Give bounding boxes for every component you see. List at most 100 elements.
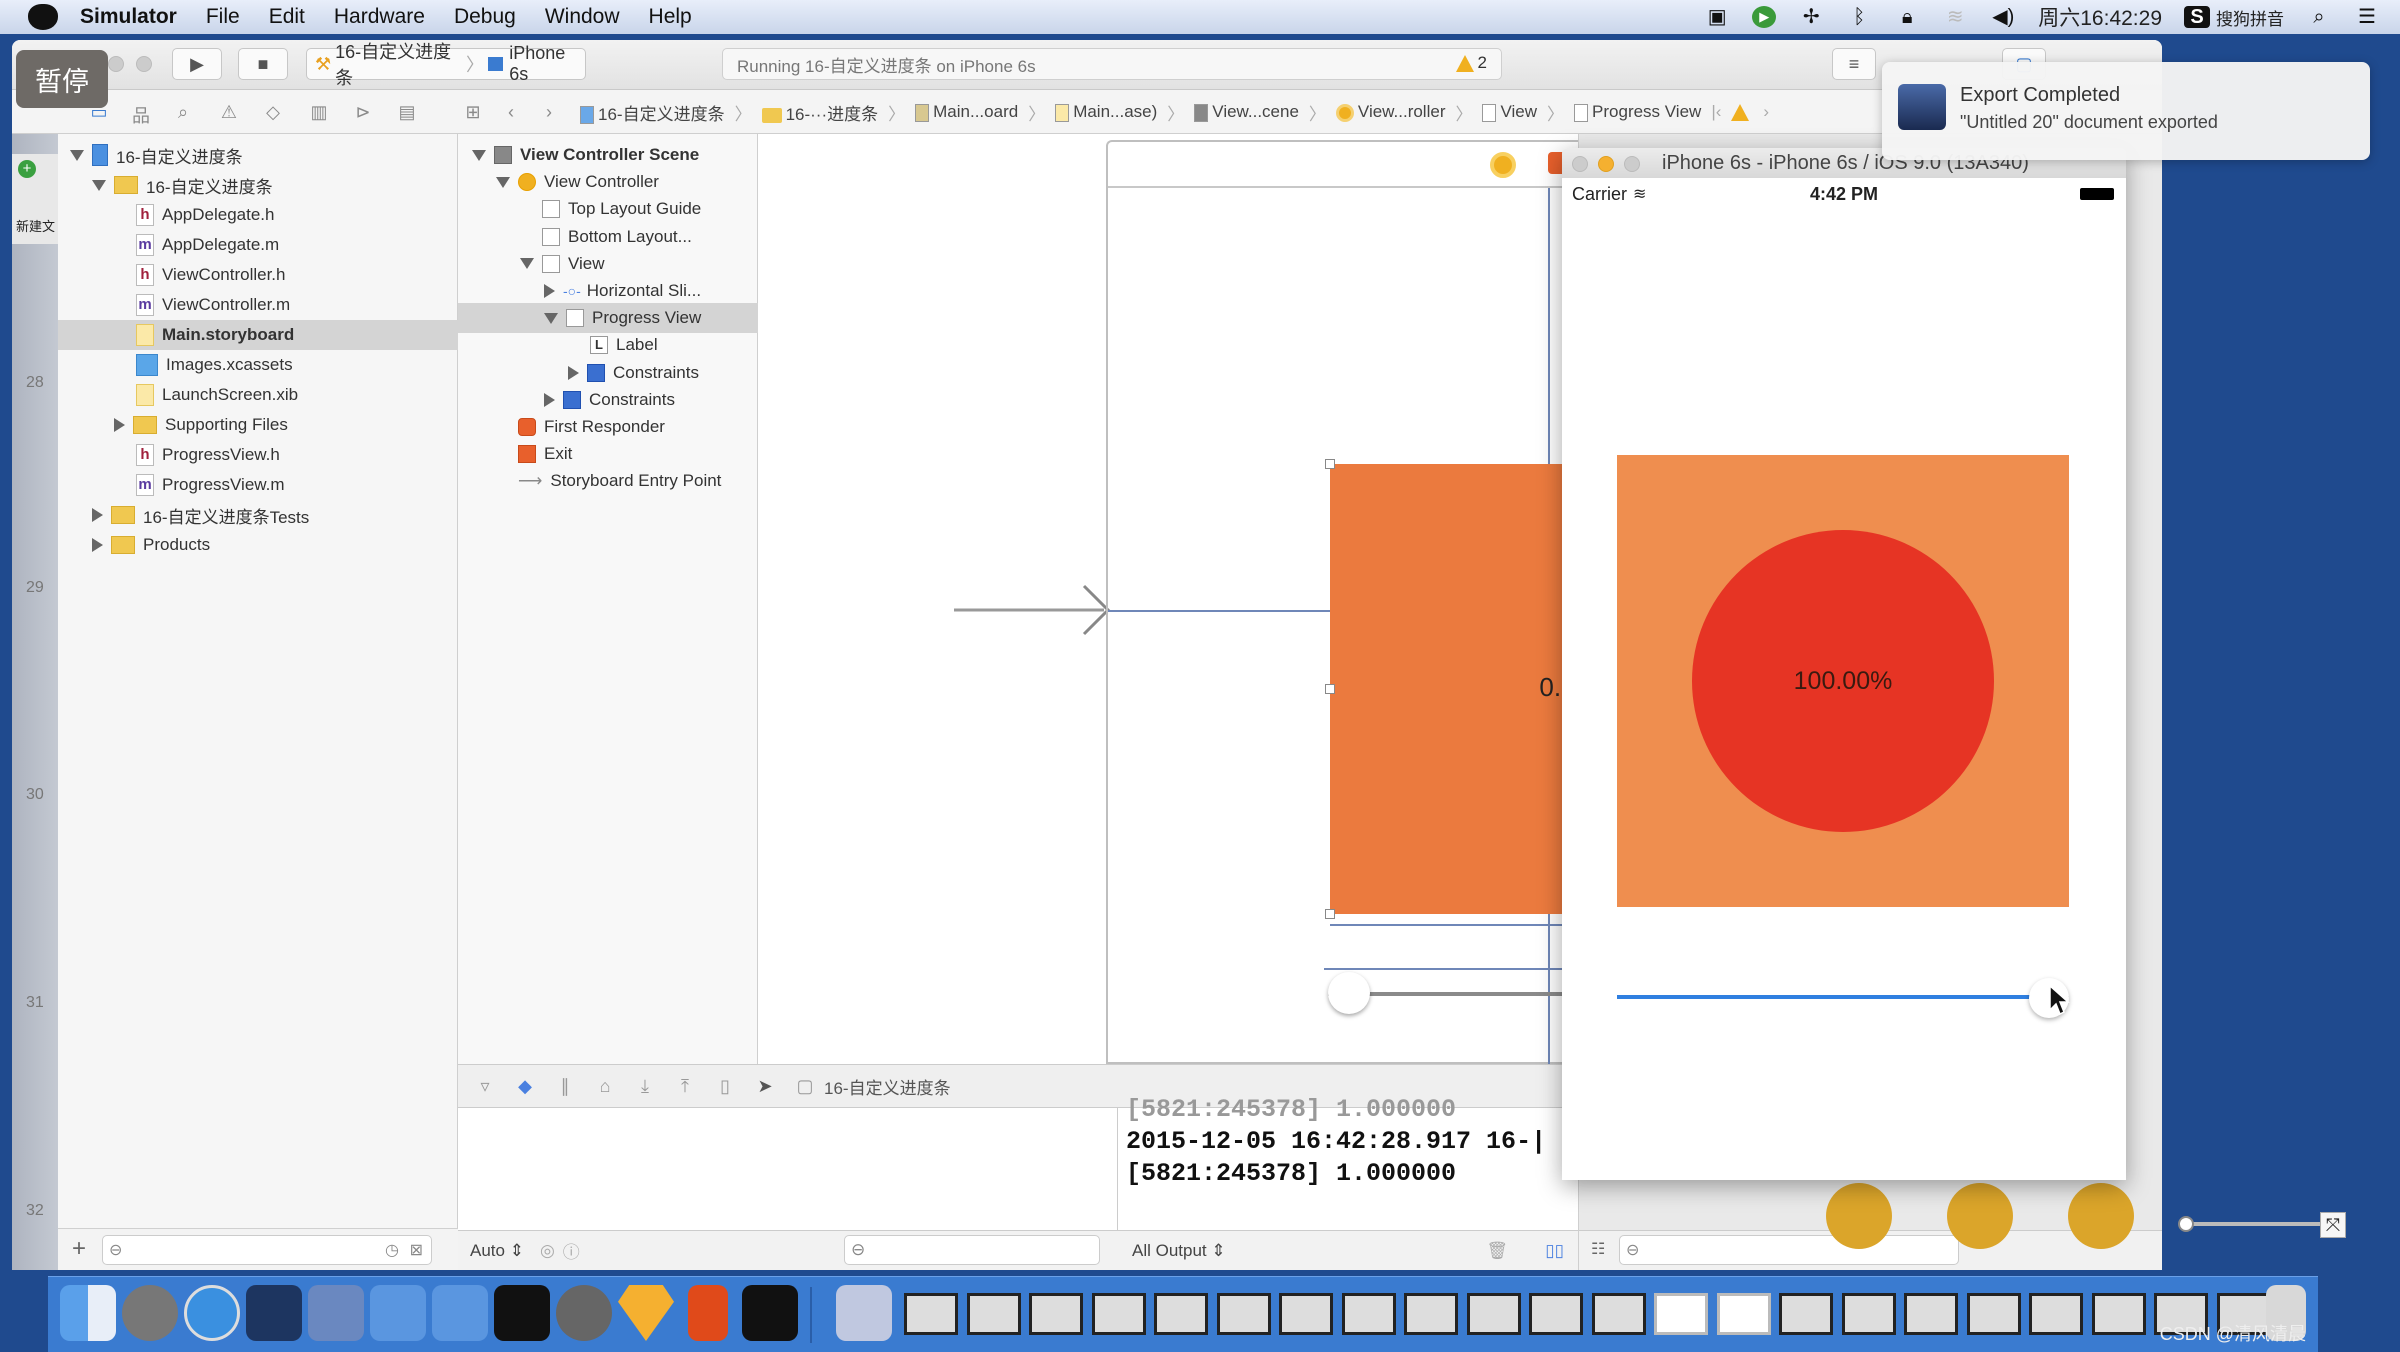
navigator-item[interactable]: m ViewController.m (114, 290, 290, 320)
interface-builder-canvas[interactable]: 0.00 wAny hAny (758, 134, 1590, 1119)
navigator-item[interactable]: m ProgressView.m (114, 470, 285, 500)
dock-minimized-window[interactable] (1154, 1293, 1208, 1335)
jump-item-folder[interactable]: 16-···进度条 (761, 100, 878, 125)
disclosure-closed-icon[interactable] (114, 418, 125, 432)
view-controller-dock-icon[interactable] (1490, 152, 1516, 178)
ib-progress-view[interactable]: 0.00 (1325, 459, 1590, 919)
play-icon[interactable]: ▶ (1752, 6, 1777, 28)
progress-slider[interactable] (1617, 978, 2069, 1018)
issue-navigator-icon[interactable]: ⚠ (218, 102, 240, 122)
ib-slider-thumb[interactable] (1328, 972, 1370, 1014)
zoom-slider[interactable] (2178, 1216, 2334, 1232)
dock-minimized-window[interactable] (1529, 1293, 1583, 1335)
menu-hardware[interactable]: Hardware (334, 5, 425, 29)
dock-safari-icon[interactable] (184, 1285, 240, 1341)
window-zoom-button[interactable] (136, 56, 152, 72)
dock-console-icon[interactable] (742, 1285, 798, 1341)
dock-mouse-icon[interactable] (246, 1285, 302, 1341)
library-grid-icon[interactable]: ☷ (1591, 1239, 1605, 1259)
navigator-item[interactable]: LaunchScreen.xib (114, 380, 298, 410)
warning-count[interactable]: 2 (1455, 53, 1487, 73)
library-object-storyboard-reference[interactable] (1947, 1183, 2013, 1249)
dock-minimized-window[interactable] (1841, 1293, 1896, 1335)
outline-item[interactable]: View Controller Scene (472, 140, 699, 170)
dock-minimized-window[interactable] (1654, 1293, 1708, 1335)
outline-item[interactable]: View Controller (496, 167, 659, 197)
outline-item[interactable]: -○- Horizontal Sli... (544, 276, 701, 306)
navigator-item[interactable]: Main.storyboard (58, 320, 458, 350)
menu-help[interactable]: Help (649, 5, 692, 29)
dock-minimized-window[interactable] (2091, 1293, 2146, 1335)
breakpoints-toggle-icon[interactable]: ◆ (512, 1076, 538, 1097)
scheme-selector[interactable]: ⚒ 16-自定义进度条 〉 iPhone 6s (306, 42, 586, 88)
export-notification[interactable]: Export Completed "Untitled 20" document … (1882, 62, 2370, 160)
outline-item[interactable]: View (520, 249, 605, 279)
output-mode-selector[interactable]: All Output ⇕ (1132, 1241, 1226, 1261)
disclosure-open-icon[interactable] (520, 258, 534, 270)
location-icon[interactable]: ➤ (752, 1076, 778, 1097)
debug-navigator-icon[interactable]: ▥ (308, 102, 330, 122)
warning-icon[interactable] (1731, 103, 1750, 121)
clock[interactable]: 周六16:42:29 (2038, 2, 2162, 32)
dock-simulator-icon[interactable] (432, 1285, 488, 1341)
dock-minimized-window[interactable] (1091, 1293, 1146, 1335)
disclosure-closed-icon[interactable] (544, 392, 555, 407)
dock-minimized-window[interactable] (1779, 1293, 1833, 1335)
library-object-navigation-controller[interactable] (2068, 1183, 2134, 1249)
dock-imovie-icon[interactable] (308, 1285, 364, 1341)
symbol-navigator-icon[interactable]: 品 (130, 102, 152, 126)
outline-item[interactable]: Exit (496, 439, 572, 469)
sogou-input-icon[interactable]: S (2184, 6, 2210, 28)
dock-minimized-window[interactable] (904, 1293, 958, 1335)
dock-minimized-window[interactable] (1279, 1293, 1333, 1335)
split-view-icon[interactable]: ▯▯ (1545, 1241, 1564, 1261)
outline-item[interactable]: Constraints (544, 385, 675, 415)
lock-icon[interactable]: 🔒︎ (1894, 6, 1920, 28)
back-icon[interactable]: ‹ (500, 102, 522, 122)
quick-look-icon[interactable]: ◎ (540, 1241, 555, 1261)
disclosure-closed-icon[interactable] (92, 538, 103, 552)
navigator-item[interactable]: Images.xcassets (114, 350, 293, 380)
dock-minimized-window[interactable] (1216, 1293, 1271, 1335)
outline-item[interactable]: L Label (568, 330, 658, 360)
dock-minimized-window[interactable] (1966, 1293, 2021, 1335)
related-items-icon[interactable]: ⊞ (462, 102, 484, 122)
test-navigator-icon[interactable]: ◇ (262, 102, 284, 122)
navigator-item[interactable]: m AppDelegate.m (114, 230, 279, 260)
jump-item-scene[interactable]: View...cene (1194, 102, 1299, 122)
new-file-button[interactable]: + 新建文 (12, 154, 58, 244)
navigator-item[interactable]: h AppDelegate.h (114, 200, 274, 230)
standard-editor-button[interactable]: ≡ (1832, 48, 1876, 80)
input-method-label[interactable]: 搜狗拼音 (2216, 5, 2284, 30)
jump-item-view[interactable]: View (1482, 102, 1537, 122)
dock-finder-icon[interactable] (60, 1285, 116, 1341)
menu-debug[interactable]: Debug (454, 5, 516, 29)
info-icon[interactable]: ⓘ (563, 1238, 580, 1263)
add-icon[interactable]: + (72, 1235, 86, 1263)
resize-handle[interactable] (1325, 684, 1335, 694)
dock-minimized-window[interactable] (1029, 1293, 1083, 1335)
outline-item[interactable]: First Responder (496, 412, 665, 442)
find-navigator-icon[interactable]: ⌕ (172, 102, 194, 122)
stop-button[interactable]: ■ (238, 48, 288, 80)
zoom-slider-thumb[interactable] (2178, 1216, 2194, 1232)
dock-sketch-icon[interactable] (618, 1285, 674, 1341)
menu-window[interactable]: Window (545, 5, 620, 29)
jump-item-controller[interactable]: View...roller (1335, 102, 1445, 122)
disclosure-open-icon[interactable] (496, 176, 510, 188)
step-out-icon[interactable]: ⤒ (672, 1076, 698, 1097)
dock-minimized-window[interactable] (1341, 1293, 1396, 1335)
outline-item[interactable]: Progress View (458, 303, 758, 334)
navigator-item[interactable]: 16-自定义进度条Tests (92, 500, 309, 530)
step-over-icon[interactable]: ⌂ (592, 1076, 618, 1097)
scm-icon[interactable]: ⊠ (410, 1240, 423, 1260)
dock-minimized-window[interactable] (1466, 1293, 1521, 1335)
variables-filter-input[interactable]: ⊖ (844, 1235, 1100, 1265)
jump-item-project[interactable]: 16-自定义进度条 (580, 100, 725, 125)
dock-xcode-icon[interactable] (370, 1285, 426, 1341)
dock-terminal-icon[interactable] (494, 1285, 550, 1341)
notification-center-icon[interactable]: ☰ (2354, 6, 2380, 28)
jump-item-progress-view[interactable]: Progress View (1574, 102, 1701, 122)
pause-icon[interactable]: ∥ (552, 1076, 578, 1097)
dock-system-preferences-icon[interactable] (556, 1285, 612, 1341)
